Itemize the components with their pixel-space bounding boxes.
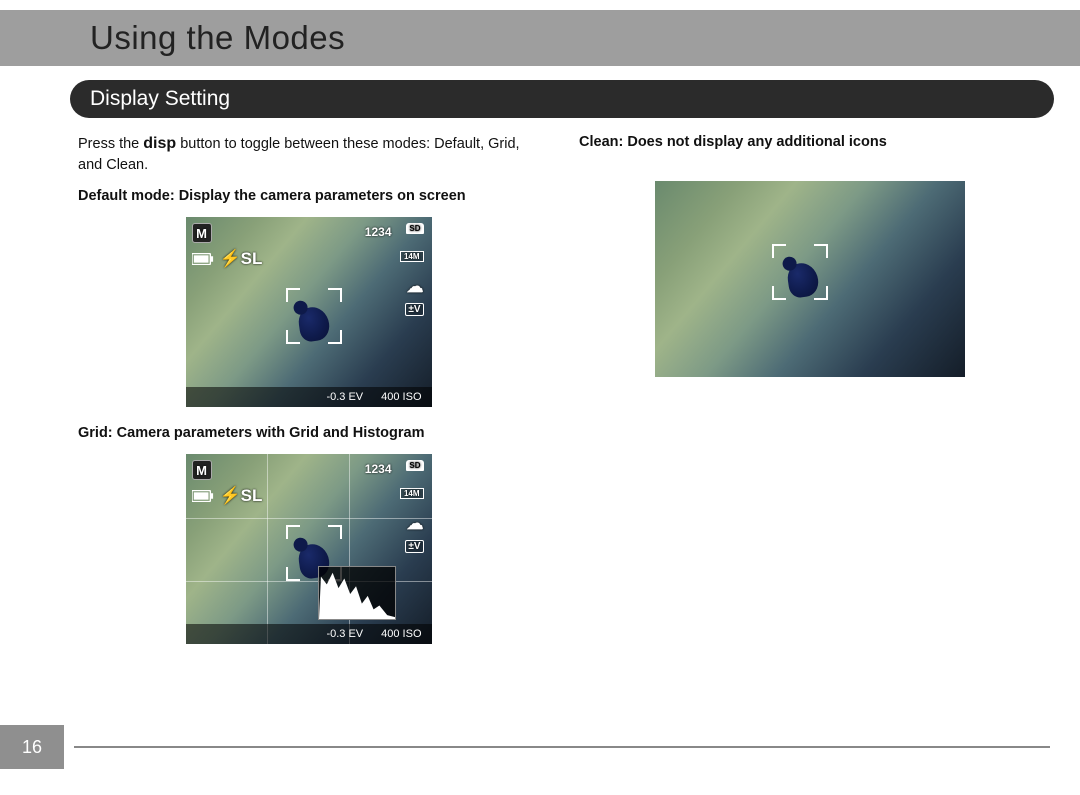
ev-compensation-icon: ±V [405, 540, 423, 553]
grid-line [267, 454, 268, 644]
footer-rule [74, 746, 1050, 748]
figure-default-mode: M ⚡SL 1234 SD 14M ☁ ±V -0.3 EV 400 ISO [186, 217, 432, 407]
page-footer: 16 [0, 725, 1080, 769]
grid-mode-label: Grid: Camera parameters with Grid and Hi… [78, 423, 539, 444]
flash-icon: ⚡SL [220, 486, 263, 506]
iso-value: 400 ISO [381, 391, 421, 403]
ev-compensation-icon: ±V [405, 303, 423, 316]
sd-card-icon: SD [406, 223, 423, 234]
figure-grid-mode: M ⚡SL 1234 SD 14M ☁ ±V -0.3 EV 400 ISO [186, 454, 432, 644]
battery-icon [192, 253, 214, 268]
ev-value: -0.3 EV [326, 391, 363, 403]
battery-icon [192, 490, 214, 505]
intro-text: Press the disp button to toggle between … [78, 132, 539, 176]
shots-remaining: 1234 [365, 225, 392, 239]
shots-remaining: 1234 [365, 462, 392, 476]
chapter-title-bar: Using the Modes [0, 10, 1080, 66]
figure-clean-mode [655, 181, 965, 377]
chapter-title: Using the Modes [90, 19, 345, 57]
intro-text-a: Press the [78, 136, 143, 152]
mode-badge-icon: M [192, 223, 212, 243]
bottom-info-bar: -0.3 EV 400 ISO [186, 624, 432, 644]
default-mode-label: Default mode: Display the camera paramet… [78, 186, 539, 207]
iso-value: 400 ISO [381, 628, 421, 640]
ev-value: -0.3 EV [326, 628, 363, 640]
content-columns: Press the disp button to toggle between … [78, 132, 1040, 660]
mode-badge-icon: M [192, 460, 212, 480]
bottom-info-bar: -0.3 EV 400 ISO [186, 387, 432, 407]
right-column: Clean: Does not display any additional i… [579, 132, 1040, 660]
resolution-icon: 14M [400, 251, 424, 262]
page-number: 16 [0, 725, 64, 769]
sd-card-icon: SD [406, 460, 423, 471]
flash-icon: ⚡SL [220, 249, 263, 269]
focus-brackets [286, 288, 342, 344]
white-balance-icon: ☁ [407, 514, 424, 534]
white-balance-icon: ☁ [407, 277, 424, 297]
section-heading: Display Setting [70, 80, 1054, 118]
focus-brackets [772, 244, 828, 300]
left-column: Press the disp button to toggle between … [78, 132, 539, 660]
grid-line [186, 518, 432, 519]
disp-button-word: disp [143, 135, 176, 152]
histogram [318, 566, 396, 620]
resolution-icon: 14M [400, 488, 424, 499]
clean-mode-label: Clean: Does not display any additional i… [579, 132, 1040, 153]
